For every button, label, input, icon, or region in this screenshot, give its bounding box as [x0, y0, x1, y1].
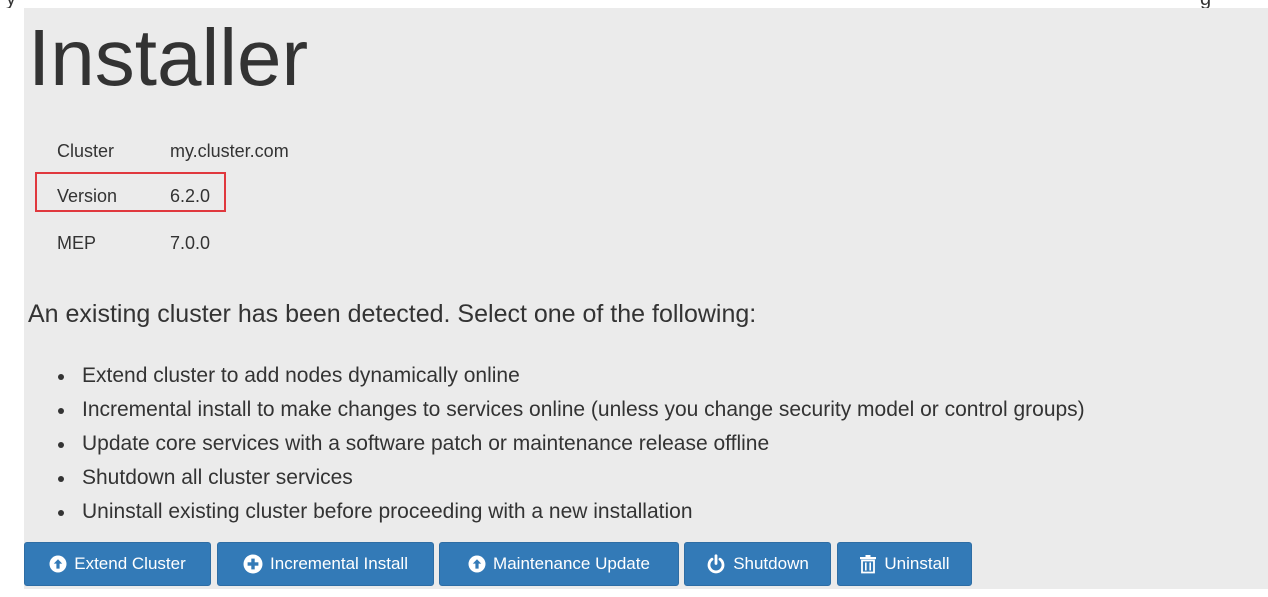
maintenance-update-label: Maintenance Update — [493, 554, 650, 573]
mep-label: MEP — [57, 233, 97, 253]
version-label: Version — [57, 186, 118, 206]
cluster-label: Cluster — [57, 141, 115, 161]
intro-text: An existing cluster has been detected. S… — [28, 300, 757, 328]
list-item: Update core services with a software pat… — [56, 427, 1085, 461]
option-text: Update core services with a software pat… — [82, 432, 770, 455]
option-text: Incremental install to make changes to s… — [82, 398, 1085, 421]
bullet-icon — [58, 476, 64, 482]
uninstall-button[interactable]: Uninstall — [837, 542, 972, 586]
bullet-icon — [58, 408, 64, 414]
trash-icon — [859, 554, 877, 574]
options-list: Extend cluster to add nodes dynamically … — [56, 359, 1085, 529]
option-text: Uninstall existing cluster before procee… — [82, 500, 693, 523]
installer-panel: Installer Cluster my.cluster.com Version… — [24, 8, 1268, 589]
bullet-icon — [58, 510, 64, 516]
bullet-icon — [58, 442, 64, 448]
list-item: Shutdown all cluster services — [56, 461, 1085, 495]
version-value: 6.2.0 — [170, 186, 211, 206]
page-title: Installer — [28, 13, 309, 102]
list-item: Incremental install to make changes to s… — [56, 393, 1085, 427]
maintenance-update-button[interactable]: Maintenance Update — [439, 542, 679, 586]
extend-cluster-label: Extend Cluster — [74, 554, 186, 573]
option-text: Extend cluster to add nodes dynamically … — [82, 364, 520, 387]
power-icon — [706, 554, 726, 574]
circle-arrow-up-icon — [468, 555, 486, 573]
incremental-install-label: Incremental Install — [270, 554, 408, 573]
shutdown-label: Shutdown — [733, 554, 809, 573]
uninstall-label: Uninstall — [884, 554, 950, 573]
extend-cluster-button[interactable]: Extend Cluster — [24, 542, 211, 586]
cropped-top-text: yg — [0, 0, 1268, 8]
cluster-value: my.cluster.com — [170, 141, 289, 161]
circle-arrow-up-icon — [49, 555, 67, 573]
list-item: Extend cluster to add nodes dynamically … — [56, 359, 1085, 393]
option-text: Shutdown all cluster services — [82, 466, 353, 489]
list-item: Uninstall existing cluster before procee… — [56, 495, 1085, 529]
bullet-icon — [58, 374, 64, 380]
mep-value: 7.0.0 — [170, 233, 211, 253]
plus-circle-icon — [243, 554, 263, 574]
shutdown-button[interactable]: Shutdown — [684, 542, 831, 586]
incremental-install-button[interactable]: Incremental Install — [217, 542, 434, 586]
